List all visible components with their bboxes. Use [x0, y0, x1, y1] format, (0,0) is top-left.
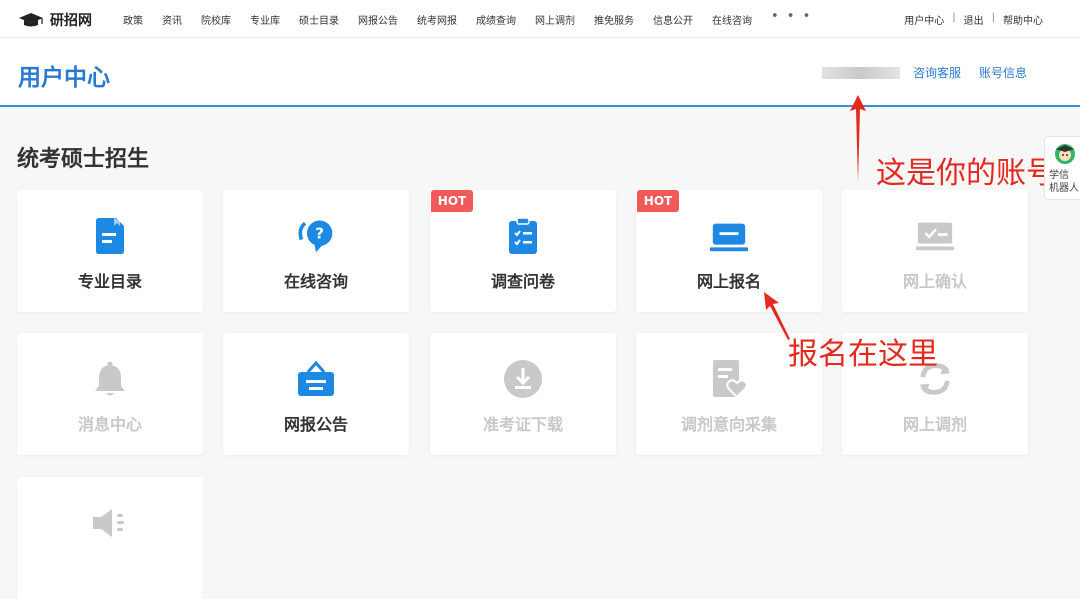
- more-menu-icon[interactable]: • • •: [771, 9, 812, 27]
- card-major-catalog[interactable]: 专业目录: [17, 190, 203, 312]
- laptop-icon: [709, 216, 749, 256]
- card-label: 调剂意向采集: [680, 415, 777, 434]
- svg-text:?: ?: [315, 225, 324, 243]
- card-online-confirmation[interactable]: 网上确认: [842, 190, 1028, 312]
- card-label: 专业目录: [77, 272, 142, 291]
- nav-item-news[interactable]: 资讯: [162, 12, 182, 27]
- site-logo[interactable]: 研招网: [18, 10, 92, 30]
- nav-user-links: 用户中心 | 退出 | 帮助中心: [904, 12, 1043, 27]
- user-center-link[interactable]: 用户中心: [904, 12, 944, 27]
- annotation-account: 这是你的账号: [876, 156, 1056, 191]
- robot-avatar-icon: [1055, 144, 1075, 164]
- confirm-monitor-icon: [915, 216, 955, 256]
- arrow-to-account-icon: [850, 95, 866, 183]
- card-registration-notice[interactable]: 网报公告: [223, 333, 409, 455]
- card-admission-ticket-download[interactable]: 准考证下载: [430, 333, 616, 455]
- download-icon: [503, 359, 543, 399]
- clipboard-checklist-icon: [503, 216, 543, 256]
- logout-link[interactable]: 退出: [964, 12, 984, 27]
- annotation-registration: 报名在这里: [788, 337, 938, 372]
- nav-item-adjustment[interactable]: 网上调剂: [535, 12, 575, 27]
- card-label: 在线咨询: [283, 272, 348, 291]
- help-center-link[interactable]: 帮助中心: [1003, 12, 1043, 27]
- user-center-header: 用户中心 咨询客服 账号信息: [0, 38, 1080, 107]
- card-label: 网上确认: [902, 272, 967, 291]
- robot-label: 学信 机器人: [1049, 170, 1079, 194]
- section-title: 统考硕士招生: [17, 147, 150, 172]
- nav-item-recommendation[interactable]: 推免服务: [594, 12, 634, 27]
- bell-icon: [90, 359, 130, 399]
- card-survey[interactable]: HOT 调查问卷: [430, 190, 616, 312]
- nav-item-master-catalog[interactable]: 硕士目录: [299, 12, 339, 27]
- card-label: 网报公告: [283, 415, 348, 434]
- card-broadcast[interactable]: [17, 477, 203, 599]
- top-nav: 研招网 政策 资讯 院校库 专业库 硕士目录 网报公告 统考网报 成绩查询 网上…: [0, 0, 1080, 38]
- logo-text: 研招网: [50, 13, 92, 29]
- nav-item-majors[interactable]: 专业库: [250, 12, 280, 27]
- nav-item-disclosure[interactable]: 信息公开: [653, 12, 693, 27]
- separator: |: [952, 12, 956, 23]
- nav-item-schools[interactable]: 院校库: [201, 12, 231, 27]
- card-label: 消息中心: [77, 415, 142, 434]
- card-label: 网上调剂: [902, 415, 967, 434]
- card-label: 准考证下载: [482, 415, 563, 434]
- notice-board-icon: [296, 359, 336, 399]
- nav-item-online-consult[interactable]: 在线咨询: [712, 12, 752, 27]
- assistant-robot-widget[interactable]: 学信 机器人: [1044, 136, 1080, 200]
- card-label: 网上报名: [696, 272, 761, 291]
- card-online-consult[interactable]: ? 在线咨询: [223, 190, 409, 312]
- customer-service-link[interactable]: 咨询客服: [913, 64, 961, 81]
- card-message-center[interactable]: 消息中心: [17, 333, 203, 455]
- graduation-cap-icon: [19, 13, 43, 27]
- account-name-blurred: [822, 67, 900, 79]
- separator: |: [991, 12, 995, 23]
- card-label: 调查问卷: [490, 272, 555, 291]
- form-heart-icon: [709, 359, 749, 399]
- nav-item-registration[interactable]: 统考网报: [417, 12, 457, 27]
- hot-badge: HOT: [431, 190, 473, 212]
- page-title: 用户中心: [18, 65, 110, 91]
- nav-item-scores[interactable]: 成绩查询: [476, 12, 516, 27]
- nav-item-policy[interactable]: 政策: [123, 12, 143, 27]
- account-info-link[interactable]: 账号信息: [979, 64, 1027, 81]
- speaker-icon: [90, 503, 130, 543]
- nav-item-notices[interactable]: 网报公告: [358, 12, 398, 27]
- document-icon: [90, 216, 130, 256]
- chat-question-icon: ?: [296, 216, 336, 256]
- hot-badge: HOT: [637, 190, 679, 212]
- nav-menu: 政策 资讯 院校库 专业库 硕士目录 网报公告 统考网报 成绩查询 网上调剂 推…: [123, 9, 831, 27]
